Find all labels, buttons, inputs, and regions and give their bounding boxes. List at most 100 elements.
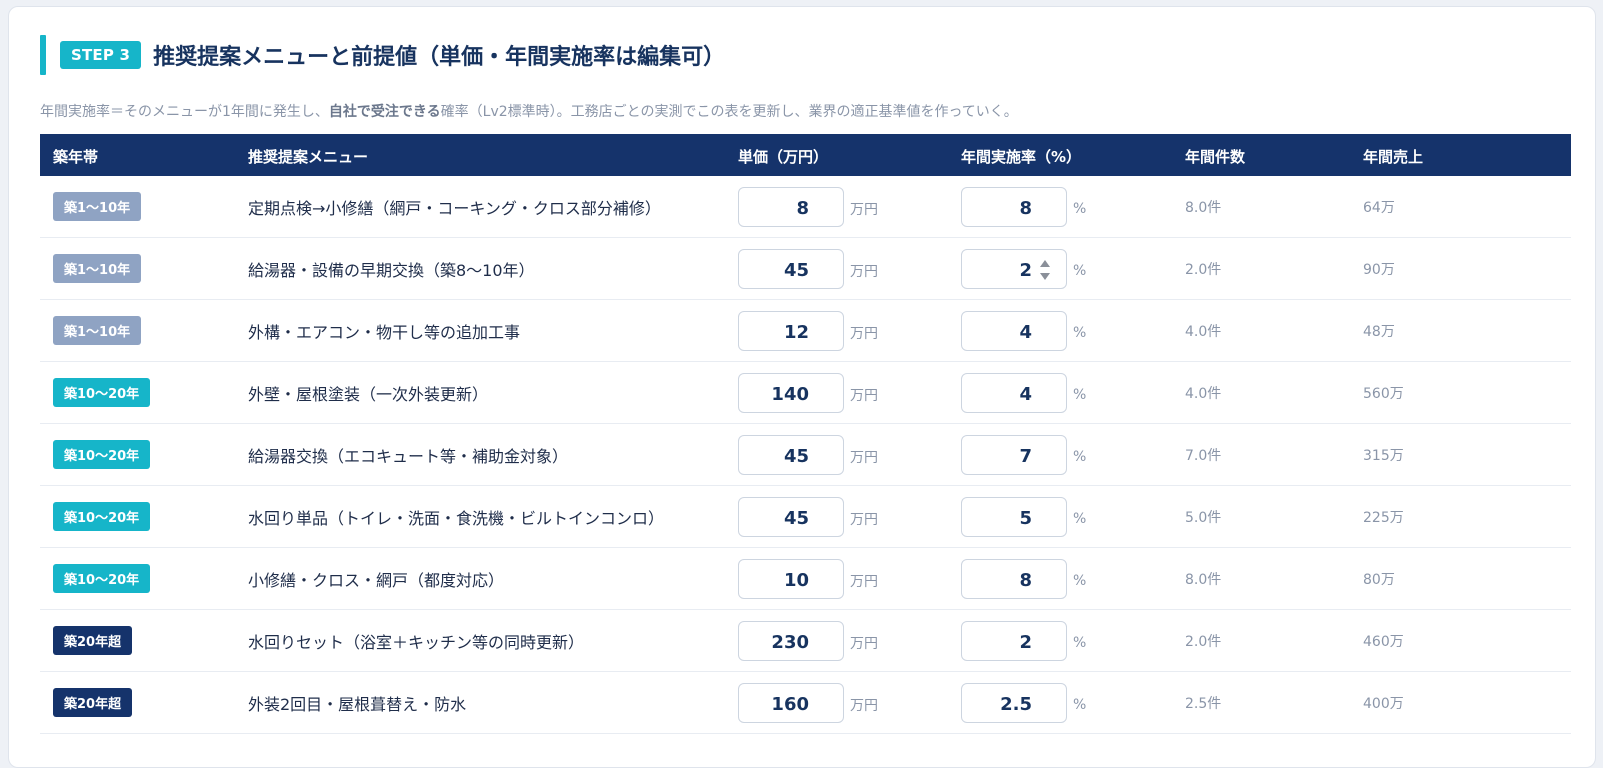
- price-unit: 万円: [850, 263, 878, 280]
- table-row-5: 築10〜20年 給湯器交換（エコキュート等・補助金対象） 45 万円 7 % 7…: [40, 424, 1571, 486]
- price-cell: 45 万円: [738, 486, 878, 547]
- price-unit: 万円: [850, 387, 878, 404]
- annual-rate-input[interactable]: 4: [961, 372, 1067, 413]
- table-row-1: 築1〜10年 定期点検→小修繕（網戸・コーキング・クロス部分補修） 8 万円 8…: [40, 176, 1571, 238]
- age-badge: 築20年超: [53, 626, 133, 655]
- unit-price-input[interactable]: 45: [738, 496, 844, 537]
- description-suffix: 確率（Lv2標準時）。工務店ごとの実測でこの表を更新し、業界の適正基準値を作って…: [440, 104, 1018, 120]
- price-unit: 万円: [850, 449, 878, 466]
- price-unit: 万円: [850, 697, 878, 714]
- unit-price-value: 12: [783, 321, 809, 343]
- unit-price-value: 45: [783, 259, 809, 281]
- rate-cell: 2 %: [961, 610, 1086, 671]
- header-sales: 年間売上: [1363, 148, 1424, 166]
- annual-count: 2.5件: [1185, 695, 1222, 712]
- annual-count: 2.0件: [1185, 633, 1222, 650]
- rate-cell: 5 %: [961, 486, 1086, 547]
- unit-price-value: 45: [783, 507, 809, 529]
- age-cell: 築10〜20年: [53, 362, 151, 423]
- annual-sales: 400万: [1363, 695, 1404, 712]
- age-badge: 築20年超: [53, 688, 133, 717]
- annual-count: 5.0件: [1185, 509, 1222, 526]
- description-prefix: 年間実施率＝そのメニューが1年間に発生し、: [40, 104, 329, 120]
- annual-count: 4.0件: [1185, 385, 1222, 402]
- age-badge: 築1〜10年: [53, 316, 142, 345]
- table-row-2: 築1〜10年 給湯器・設備の早期交換（築8〜10年） 45 万円 2 % 2.0…: [40, 238, 1571, 300]
- annual-count: 4.0件: [1185, 323, 1222, 340]
- annual-count: 7.0件: [1185, 447, 1222, 464]
- annual-count: 8.0件: [1185, 199, 1222, 216]
- section-description: 年間実施率＝そのメニューが1年間に発生し、自社で受注できる確率（Lv2標準時）。…: [40, 101, 1018, 121]
- age-cell: 築10〜20年: [53, 486, 151, 547]
- unit-price-input[interactable]: 8: [738, 186, 844, 227]
- annual-sales: 460万: [1363, 633, 1404, 650]
- rate-unit: %: [1073, 634, 1087, 651]
- rate-unit: %: [1073, 696, 1087, 713]
- age-badge: 築10〜20年: [53, 564, 151, 593]
- unit-price-input[interactable]: 45: [738, 248, 844, 289]
- spinner-arrows-icon[interactable]: [1038, 258, 1052, 282]
- age-cell: 築10〜20年: [53, 548, 151, 609]
- table-row-9: 築20年超 外装2回目・屋根葺替え・防水 160 万円 2.5 % 2.5件 4…: [40, 672, 1571, 734]
- price-cell: 45 万円: [738, 238, 878, 299]
- rate-unit: %: [1073, 572, 1087, 589]
- table-row-7: 築10〜20年 小修繕・クロス・網戸（都度対応） 10 万円 8 % 8.0件 …: [40, 548, 1571, 610]
- step-badge: STEP 3: [60, 41, 142, 69]
- rate-cell: 4 %: [961, 362, 1086, 423]
- header-count: 年間件数: [1185, 148, 1246, 166]
- rate-cell: 8 %: [961, 176, 1086, 237]
- table-row-4: 築10〜20年 外壁・屋根塗装（一次外装更新） 140 万円 4 % 4.0件 …: [40, 362, 1571, 424]
- menu-table: 築年帯 推奨提案メニュー 単価（万円） 年間実施率（%） 年間件数 年間売上 築…: [40, 134, 1571, 734]
- unit-price-value: 160: [771, 693, 809, 715]
- unit-price-input[interactable]: 10: [738, 558, 844, 599]
- age-cell: 築20年超: [53, 610, 133, 671]
- annual-sales: 48万: [1363, 323, 1395, 340]
- annual-rate-input[interactable]: 7: [961, 434, 1067, 475]
- annual-sales: 560万: [1363, 385, 1404, 402]
- age-badge: 築1〜10年: [53, 254, 142, 283]
- menu-name: 外構・エアコン・物干し等の追加工事: [248, 322, 521, 342]
- unit-price-input[interactable]: 140: [738, 372, 844, 413]
- price-unit: 万円: [850, 511, 878, 528]
- age-badge: 築1〜10年: [53, 192, 142, 221]
- annual-rate-input[interactable]: 2.5: [961, 682, 1067, 723]
- rate-cell: 2 %: [961, 238, 1086, 299]
- rate-cell: 4 %: [961, 300, 1086, 361]
- header-menu: 推奨提案メニュー: [248, 148, 369, 166]
- price-cell: 8 万円: [738, 176, 878, 237]
- unit-price-input[interactable]: 160: [738, 682, 844, 723]
- annual-rate-input[interactable]: 8: [961, 186, 1067, 227]
- step-header: STEP 3 推奨提案メニューと前提値（単価・年間実施率は編集可）: [40, 35, 725, 75]
- annual-rate-input[interactable]: 4: [961, 310, 1067, 351]
- annual-rate-value: 4: [1019, 321, 1032, 343]
- table-body: 築1〜10年 定期点検→小修繕（網戸・コーキング・クロス部分補修） 8 万円 8…: [40, 176, 1571, 734]
- unit-price-value: 8: [796, 197, 809, 219]
- accent-bar: [40, 35, 46, 75]
- annual-sales: 90万: [1363, 261, 1395, 278]
- annual-rate-input[interactable]: 5: [961, 496, 1067, 537]
- age-cell: 築10〜20年: [53, 424, 151, 485]
- menu-name: 小修繕・クロス・網戸（都度対応）: [248, 570, 505, 590]
- rate-cell: 2.5 %: [961, 672, 1086, 733]
- annual-rate-input[interactable]: 8: [961, 558, 1067, 599]
- rate-unit: %: [1073, 386, 1087, 403]
- table-header: 築年帯 推奨提案メニュー 単価（万円） 年間実施率（%） 年間件数 年間売上: [40, 134, 1571, 176]
- annual-rate-value: 8: [1019, 569, 1032, 591]
- price-cell: 160 万円: [738, 672, 878, 733]
- menu-name: 外壁・屋根塗装（一次外装更新）: [248, 384, 489, 404]
- price-cell: 10 万円: [738, 548, 878, 609]
- annual-sales: 225万: [1363, 509, 1404, 526]
- annual-rate-input[interactable]: 2: [961, 248, 1067, 289]
- unit-price-value: 45: [783, 445, 809, 467]
- annual-rate-input[interactable]: 2: [961, 620, 1067, 661]
- rate-unit: %: [1073, 200, 1087, 217]
- unit-price-input[interactable]: 230: [738, 620, 844, 661]
- unit-price-input[interactable]: 12: [738, 310, 844, 351]
- menu-name: 給湯器交換（エコキュート等・補助金対象）: [248, 446, 569, 466]
- menu-name: 外装2回目・屋根葺替え・防水: [248, 694, 467, 714]
- unit-price-input[interactable]: 45: [738, 434, 844, 475]
- age-badge: 築10〜20年: [53, 502, 151, 531]
- rate-cell: 8 %: [961, 548, 1086, 609]
- annual-rate-value: 8: [1019, 197, 1032, 219]
- annual-sales: 315万: [1363, 447, 1404, 464]
